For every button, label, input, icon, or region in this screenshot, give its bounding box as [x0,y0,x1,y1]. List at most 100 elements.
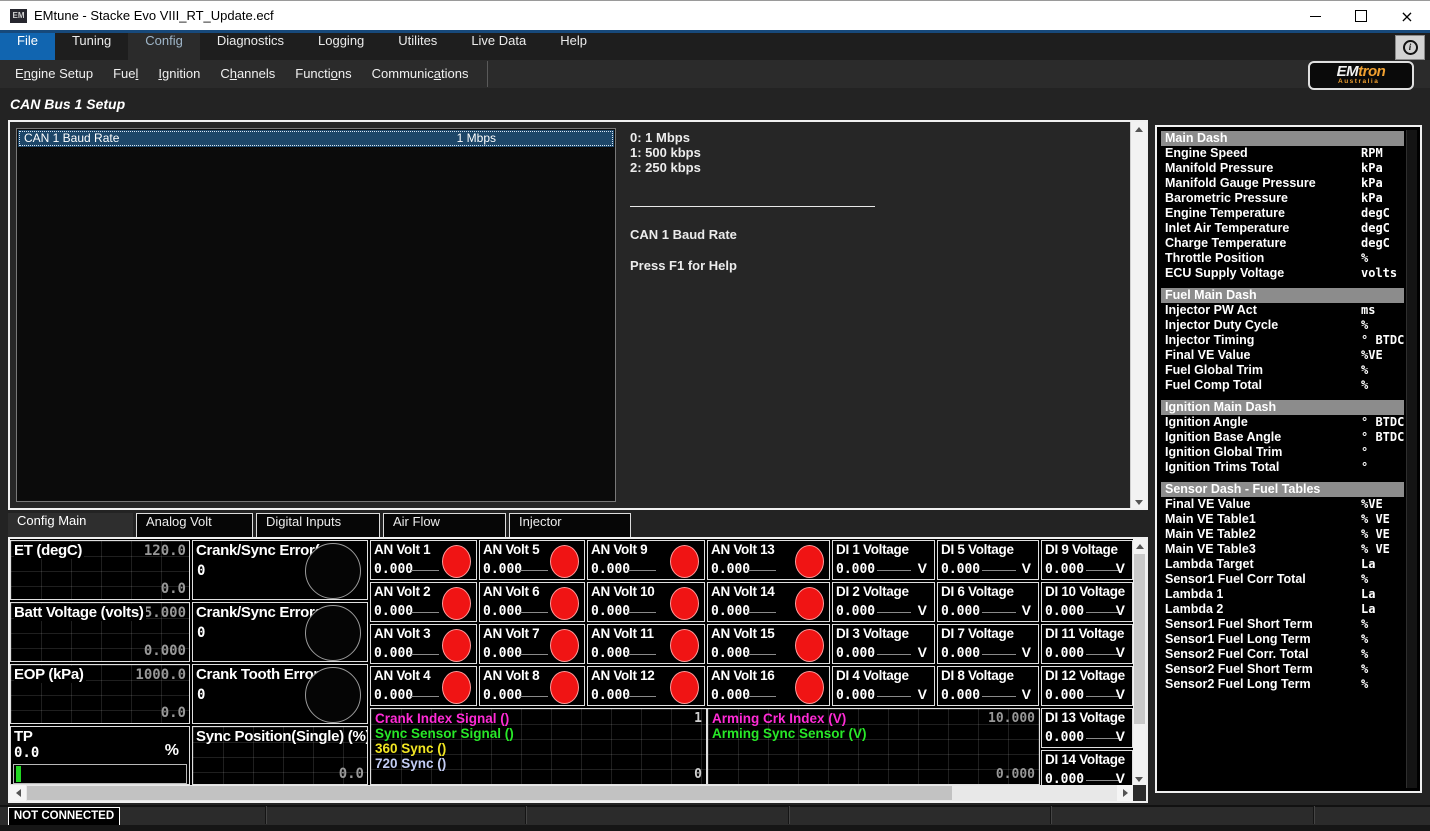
menu-file[interactable]: File [0,33,55,60]
di-voltage-cell-di-5-voltage[interactable]: DI 5 Voltage0.000V [937,540,1039,580]
crank-tooth-errors-cell[interactable]: Crank Tooth Errors 0 [192,664,368,724]
submenu-ignition[interactable]: Ignition [151,60,207,88]
di-voltage-cell-di-12-voltage[interactable]: DI 12 Voltage0.000V [1041,666,1133,706]
scroll-up-icon[interactable] [1135,127,1143,132]
di-voltage-cell-di-9-voltage[interactable]: DI 9 Voltage0.000V [1041,540,1133,580]
an-volt-cell-14[interactable]: AN Volt 140.000 [707,582,830,622]
crank-signals-cell[interactable]: Crank Index Signal ()Sync Sensor Signal … [370,708,707,785]
an-volt-cell-4[interactable]: AN Volt 40.000 [370,666,477,706]
arming-signals-cell[interactable]: Arming Crk Index (V)Arming Sync Sensor (… [707,708,1040,785]
minimize-button[interactable] [1292,1,1338,31]
dash-channel-unit: ° BTDC [1361,333,1404,348]
menu-live-data[interactable]: Live Data [454,33,543,60]
scrollbar-thumb[interactable] [27,786,952,800]
an-volt-cell-8[interactable]: AN Volt 80.000 [479,666,585,706]
an-volt-cell-7[interactable]: AN Volt 70.000 [479,624,585,664]
di-voltage-cell-di-11-voltage[interactable]: DI 11 Voltage0.000V [1041,624,1133,664]
dash-scrollbar[interactable] [1406,130,1417,788]
menu-utilites[interactable]: Utilites [381,33,454,60]
cell-value: 0.000 [836,604,875,619]
sync-position-cell[interactable]: Sync Position(Single) (%) 0.0 [192,726,368,785]
an-volt-cell-15[interactable]: AN Volt 150.000 [707,624,830,664]
dash-channel-unit: ° [1361,445,1368,460]
menu-help[interactable]: Help [543,33,604,60]
gauge-cell-eop[interactable]: 1000.0 0.0 EOP (kPa) [10,664,190,724]
grid-horizontal-scrollbar[interactable] [10,785,1133,801]
menu-diagnostics[interactable]: Diagnostics [200,33,301,60]
gauge-cell-tp[interactable]: TP 0.0 % [10,726,190,785]
an-volt-cell-12[interactable]: AN Volt 120.000 [587,666,705,706]
crank-sync-errors-cell[interactable]: Crank/Sync Errors 0 [192,602,368,662]
dash-row: Main VE Table3% VE [1161,542,1404,557]
tab-injector[interactable]: Injector [509,513,631,537]
dash-channel-label: Engine Temperature [1165,206,1285,221]
menu-tuning[interactable]: Tuning [55,33,128,60]
di-voltage-cell-di-2-voltage[interactable]: DI 2 Voltage0.000V [832,582,935,622]
an-volt-cell-9[interactable]: AN Volt 90.000 [587,540,705,580]
tab-digital-inputs[interactable]: Digital Inputs [256,513,380,537]
di-voltage-cell-di-1-voltage[interactable]: DI 1 Voltage0.000V [832,540,935,580]
an-volt-cell-11[interactable]: AN Volt 110.000 [587,624,705,664]
dash-channel-unit: La [1361,557,1375,572]
info-button[interactable]: i [1395,35,1425,60]
dash-channel-unit: ° BTDC [1361,415,1404,430]
submenu-communications[interactable]: Communications [365,60,476,88]
crank-sync-error-count-cell[interactable]: Crank/Sync Error(c 0 [192,540,368,600]
sparkline-baseline [748,570,776,571]
an-volt-cell-16[interactable]: AN Volt 160.000 [707,666,830,706]
tab-analog-volt[interactable]: Analog Volt [136,513,253,537]
dash-channel-label: Charge Temperature [1165,236,1286,251]
submenu-functions[interactable]: Functions [288,60,358,88]
menu-logging[interactable]: Logging [301,33,381,60]
close-button[interactable]: × [1384,1,1430,31]
scroll-right-button[interactable] [1117,785,1133,801]
an-volt-cell-10[interactable]: AN Volt 100.000 [587,582,705,622]
scroll-left-button[interactable] [10,785,26,801]
di-voltage-cell-di-13-voltage[interactable]: DI 13 Voltage0.000V [1041,708,1133,748]
cell-value: 0.000 [374,562,413,577]
grid-vertical-scrollbar[interactable] [1133,539,1146,785]
dash-channel-label: Ignition Global Trim [1165,445,1282,460]
di-voltage-cell-di-6-voltage[interactable]: DI 6 Voltage0.000V [937,582,1039,622]
status-led-red [550,587,579,620]
an-volt-cell-13[interactable]: AN Volt 130.000 [707,540,830,580]
config-scrollbar[interactable] [1130,122,1146,508]
an-volt-cell-3[interactable]: AN Volt 30.000 [370,624,477,664]
tab-air-flow[interactable]: Air Flow [383,513,506,537]
di-voltage-cell-di-4-voltage[interactable]: DI 4 Voltage0.000V [832,666,935,706]
di-voltage-cell-di-8-voltage[interactable]: DI 8 Voltage0.000V [937,666,1039,706]
di-voltage-cell-di-3-voltage[interactable]: DI 3 Voltage0.000V [832,624,935,664]
scroll-up-icon[interactable] [1136,544,1144,549]
cell-value: 0.000 [483,604,522,619]
scroll-down-icon[interactable] [1135,500,1143,505]
di-voltage-cell-di-10-voltage[interactable]: DI 10 Voltage0.000V [1041,582,1133,622]
gauge-cell-batt-voltage[interactable]: 15.000 0.000 Batt Voltage (volts) [10,602,190,662]
cell-label: DI 7 Voltage [941,626,1014,641]
sparkline-baseline [520,570,548,571]
cell-value: 0.000 [711,604,750,619]
tab-config-main[interactable]: Config Main [8,513,133,537]
gauge-cell-et[interactable]: 120.0 0.0 ET (degC) [10,540,190,600]
an-volt-cell-2[interactable]: AN Volt 20.000 [370,582,477,622]
di-voltage-cell-di-7-voltage[interactable]: DI 7 Voltage0.000V [937,624,1039,664]
di-voltage-cell-di-14-voltage[interactable]: DI 14 Voltage0.000V [1041,750,1133,785]
dash-channel-label: Sensor2 Fuel Long Term [1165,677,1311,692]
cell-label: DI 13 Voltage [1045,710,1125,725]
status-led-red [442,587,471,620]
submenu-fuel[interactable]: Fuel [106,60,145,88]
an-volt-cell-6[interactable]: AN Volt 60.000 [479,582,585,622]
maximize-button[interactable] [1338,1,1384,31]
menu-config[interactable]: Config [128,33,200,60]
accelerator-letter: h [230,66,237,81]
submenu-channels[interactable]: Channels [213,60,282,88]
sparkline-baseline [520,612,548,613]
dash-section-ignition-main-dash: Ignition Main DashIgnition Angle° BTDCIg… [1161,400,1404,475]
submenu-engine-setup[interactable]: Engine Setup [8,60,100,88]
sparkline-baseline [411,570,439,571]
scrollbar-thumb[interactable] [1134,554,1145,724]
an-volt-cell-1[interactable]: AN Volt 10.000 [370,540,477,580]
config-row-can1-baud-rate[interactable]: CAN 1 Baud Rate 1 Mbps [18,130,614,147]
scroll-down-icon[interactable] [1135,777,1143,782]
dash-channel-unit: kPa [1361,176,1383,191]
an-volt-cell-5[interactable]: AN Volt 50.000 [479,540,585,580]
